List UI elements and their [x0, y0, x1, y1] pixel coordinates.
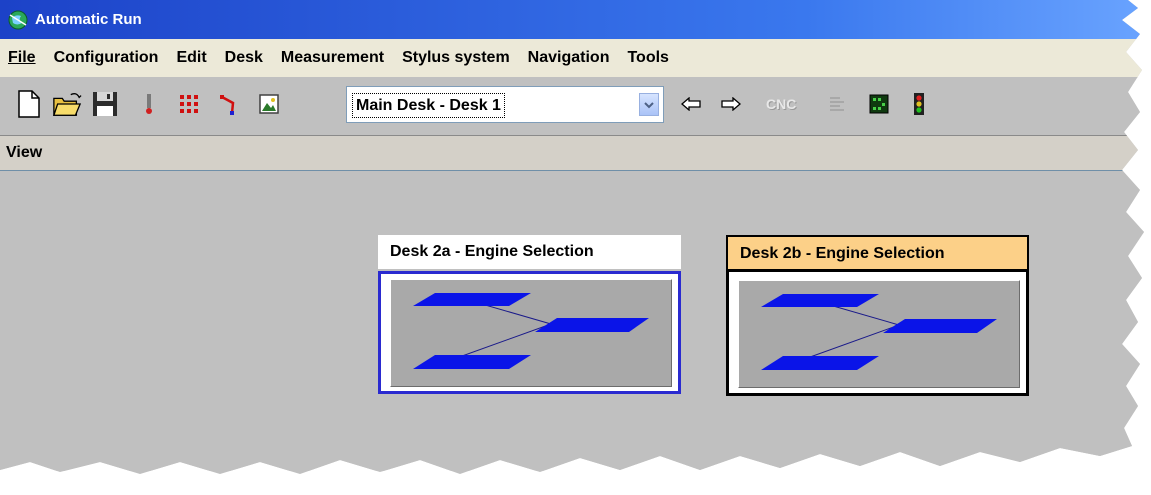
menu-configuration[interactable]: Configuration: [54, 49, 159, 67]
desk-title-2a: Desk 2a - Engine Selection: [378, 235, 681, 269]
probe-icon[interactable]: [134, 89, 164, 119]
workflow-node: [761, 356, 879, 370]
menu-tools[interactable]: Tools: [627, 49, 668, 67]
menu-navigation[interactable]: Navigation: [528, 49, 610, 67]
menu-desk[interactable]: Desk: [225, 49, 263, 67]
menu-stylus-system[interactable]: Stylus system: [402, 49, 510, 67]
traffic-light-icon[interactable]: [904, 89, 934, 119]
cnc-icon[interactable]: CNC: [766, 96, 796, 112]
window-title: Automatic Run: [35, 11, 142, 28]
application-window: Automatic Run File Configuration Edit De…: [0, 0, 1144, 474]
chip-icon[interactable]: [864, 89, 894, 119]
workflow-node: [883, 319, 997, 333]
toolbar: Main Desk - Desk 1 CNC: [0, 77, 1144, 136]
desk-card-2b[interactable]: Desk 2b - Engine Selection: [726, 235, 1031, 397]
view-header: View: [0, 136, 1144, 171]
menu-file[interactable]: File: [8, 49, 36, 67]
forward-arrow-icon[interactable]: [716, 89, 746, 119]
back-arrow-icon[interactable]: [676, 89, 706, 119]
open-folder-icon[interactable]: [52, 89, 82, 119]
workflow-node: [413, 293, 531, 306]
grid-icon[interactable]: [174, 89, 204, 119]
title-bar: Automatic Run: [0, 0, 1144, 39]
workflow-node: [761, 294, 879, 307]
desk-frame-2a: [378, 271, 681, 394]
desk-preview-2a: [390, 279, 672, 387]
image-icon[interactable]: [254, 89, 284, 119]
path-icon[interactable]: [214, 89, 244, 119]
desk-preview-2b: [738, 280, 1020, 388]
list-icon[interactable]: [822, 89, 852, 119]
save-icon[interactable]: [90, 89, 120, 119]
workflow-diagram-icon: [413, 293, 649, 369]
app-globe-icon: [8, 10, 28, 29]
desk-canvas: Desk 2a - Engine Selection Desk 2b - Eng…: [0, 171, 1144, 471]
desk-title-2b: Desk 2b - Engine Selection: [726, 235, 1029, 269]
chevron-down-icon[interactable]: [639, 93, 659, 116]
new-file-icon[interactable]: [14, 89, 44, 119]
desk-selector-value: Main Desk - Desk 1: [352, 93, 505, 118]
desk-card-2a[interactable]: Desk 2a - Engine Selection: [378, 235, 683, 395]
desk-frame-2b: [726, 269, 1029, 396]
workflow-node: [535, 318, 649, 332]
menu-edit[interactable]: Edit: [176, 49, 206, 67]
menu-measurement[interactable]: Measurement: [281, 49, 384, 67]
desk-selector[interactable]: Main Desk - Desk 1: [346, 86, 664, 123]
view-label: View: [6, 144, 43, 161]
workflow-diagram-icon: [761, 294, 997, 370]
workflow-node: [413, 355, 531, 369]
menu-bar: File Configuration Edit Desk Measurement…: [0, 39, 1144, 78]
